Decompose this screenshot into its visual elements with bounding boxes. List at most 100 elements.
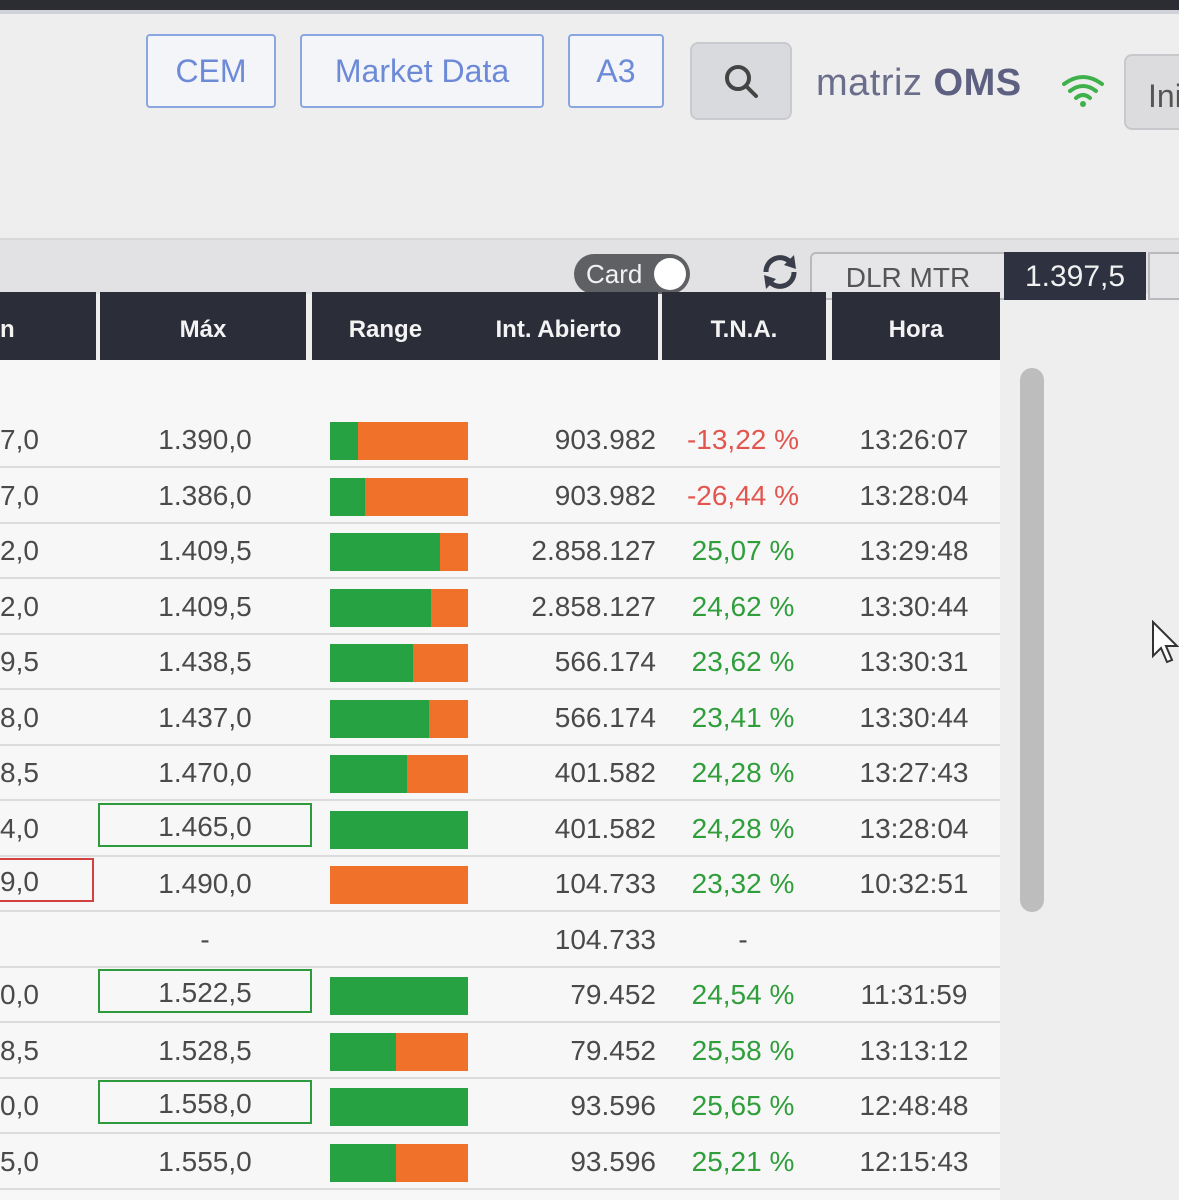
card-toggle[interactable]: Card	[574, 254, 690, 294]
column-header-hora[interactable]: Hora	[832, 292, 1000, 360]
range-bar-fill	[330, 478, 365, 516]
column-header-range-int[interactable]: Range Int. Abierto	[312, 292, 658, 360]
range-bar	[330, 755, 468, 793]
hora-cell: 13:26:07	[859, 424, 969, 455]
int-abierto-cell: 903.982	[554, 480, 656, 511]
table-row[interactable]: 2,0 1.409,5 2.858.127 24,62 % 13:30:44	[0, 579, 1000, 635]
max-cell: 1.522,5	[98, 969, 312, 1013]
a3-button[interactable]: A3	[568, 34, 664, 108]
hora-cell: 13:13:12	[859, 1035, 969, 1066]
int-abierto-cell: 566.174	[554, 702, 656, 733]
toggle-knob	[654, 258, 686, 290]
table-row[interactable]: 8,0 1.437,0 566.174 23,41 % 13:30:44	[0, 690, 1000, 746]
int-abierto-cell: 93.596	[570, 1146, 656, 1177]
table-row[interactable]: 8,5 1.470,0 401.582 24,28 % 13:27:43	[0, 745, 1000, 801]
range-bar	[330, 866, 468, 904]
table-row[interactable]: 2,0 1.409,5 2.858.127 25,07 % 13:29:48	[0, 523, 1000, 579]
max-cell: 1.438,5	[158, 646, 252, 677]
max-cell: 1.490,0	[158, 868, 252, 899]
max-cell: -	[200, 924, 210, 955]
header-hora-label: Hora	[888, 316, 944, 343]
tna-cell: -13,22 %	[686, 424, 800, 455]
tna-cell: 25,58 %	[691, 1035, 795, 1066]
hora-cell: 12:48:48	[859, 1090, 969, 1121]
prev-cell: 9,5	[0, 646, 39, 677]
table-row[interactable]: 0,0 1.522,5 79.452 24,54 % 11:31:59	[0, 967, 1000, 1023]
table-row[interactable]: 4,0 1.465,0 401.582 24,28 % 13:28:04	[0, 801, 1000, 857]
hora-cell: 13:30:44	[859, 591, 969, 622]
hora-cell: 13:29:48	[859, 535, 969, 566]
prev-cell: 7,0	[0, 480, 39, 511]
table-row[interactable]: 7,0 1.390,0 903.982 -13,22 % 13:26:07	[0, 412, 1000, 468]
tna-cell: -	[738, 924, 748, 955]
brand-prefix: matriz	[816, 62, 923, 104]
prev-cell: 7,0	[0, 424, 39, 455]
column-header-max[interactable]: Máx	[100, 292, 306, 360]
hora-cell: 13:28:04	[859, 813, 969, 844]
int-abierto-cell: 79.452	[570, 979, 656, 1010]
tna-cell: 23,62 %	[691, 646, 795, 677]
range-bar	[330, 478, 468, 516]
max-cell: 1.555,0	[158, 1146, 252, 1177]
range-bar-fill	[330, 589, 431, 627]
range-bar	[330, 1144, 468, 1182]
hora-cell: 12:15:43	[859, 1146, 969, 1177]
prev-cell: 0,0	[0, 979, 39, 1010]
max-cell: 1.558,0	[98, 1080, 312, 1124]
int-abierto-cell: 2.858.127	[531, 591, 656, 622]
int-abierto-cell: 401.582	[554, 757, 656, 788]
window-top-edge	[0, 0, 1179, 14]
tna-cell: 25,21 %	[691, 1146, 795, 1177]
range-bar	[330, 422, 468, 460]
tna-cell: 24,62 %	[691, 591, 795, 622]
vertical-scrollbar[interactable]	[1020, 368, 1044, 912]
max-cell: 1.470,0	[158, 757, 252, 788]
table-row[interactable]: 9,0 1.490,0 104.733 23,32 % 10:32:51	[0, 856, 1000, 912]
int-abierto-cell: 93.596	[570, 1090, 656, 1121]
tna-cell: 24,28 %	[691, 757, 795, 788]
range-bar-fill	[330, 811, 468, 849]
prev-cell: 8,0	[0, 702, 39, 733]
search-button[interactable]	[690, 42, 792, 120]
range-bar-fill	[330, 755, 408, 793]
int-abierto-cell: 566.174	[554, 646, 656, 677]
header-prev-label: n	[0, 316, 15, 343]
tna-cell: -26,44 %	[686, 480, 800, 511]
hora-cell: 13:30:44	[859, 702, 969, 733]
header-range-label: Range	[348, 316, 423, 343]
prev-cell: 8,5	[0, 1035, 39, 1066]
max-cell: 1.528,5	[158, 1035, 252, 1066]
int-abierto-cell: 401.582	[554, 813, 656, 844]
partial-nav-button[interactable]: Ini	[1124, 54, 1179, 130]
toolbar-edge-control[interactable]	[1148, 252, 1179, 300]
header-tna-label: T.N.A.	[710, 316, 778, 343]
range-bar-fill	[330, 422, 358, 460]
range-bar-fill	[330, 1033, 397, 1071]
cem-button[interactable]: CEM	[146, 34, 276, 108]
table-row[interactable]: 8,5 1.528,5 79.452 25,58 % 13:13:12	[0, 1023, 1000, 1079]
window-top-lip	[0, 10, 1179, 14]
table-row[interactable]: 5,0 1.555,0 93.596 25,21 % 12:15:43	[0, 1134, 1000, 1190]
int-abierto-cell: 104.733	[554, 868, 656, 899]
range-bar-fill	[330, 977, 468, 1015]
tna-cell: 24,54 %	[691, 979, 795, 1010]
column-header-tna[interactable]: T.N.A.	[662, 292, 826, 360]
table-row[interactable]: 7,0 1.386,0 903.982 -26,44 % 13:28:04	[0, 468, 1000, 524]
prev-cell: 4,0	[0, 813, 39, 844]
header-int-abierto-label: Int. Abierto	[495, 316, 622, 343]
range-bar	[330, 644, 468, 682]
brand-suffix: OMS	[933, 62, 1022, 104]
hora-cell: 13:27:43	[859, 757, 969, 788]
market-data-button[interactable]: Market Data	[300, 34, 544, 108]
column-header-prev[interactable]: n	[0, 292, 96, 360]
table-row[interactable]: 9,5 1.438,5 566.174 23,62 % 13:30:31	[0, 634, 1000, 690]
table-row[interactable]: 0,0 1.558,0 93.596 25,65 % 12:48:48	[0, 1078, 1000, 1134]
hora-cell: 10:32:51	[859, 868, 969, 899]
refresh-icon[interactable]	[758, 252, 802, 292]
max-cell: 1.409,5	[158, 535, 252, 566]
table-row[interactable]: - 104.733 -	[0, 912, 1000, 968]
range-bar	[330, 700, 468, 738]
range-bar	[330, 977, 468, 1015]
prev-cell: 2,0	[0, 535, 39, 566]
prev-cell: 5,0	[0, 1146, 39, 1177]
